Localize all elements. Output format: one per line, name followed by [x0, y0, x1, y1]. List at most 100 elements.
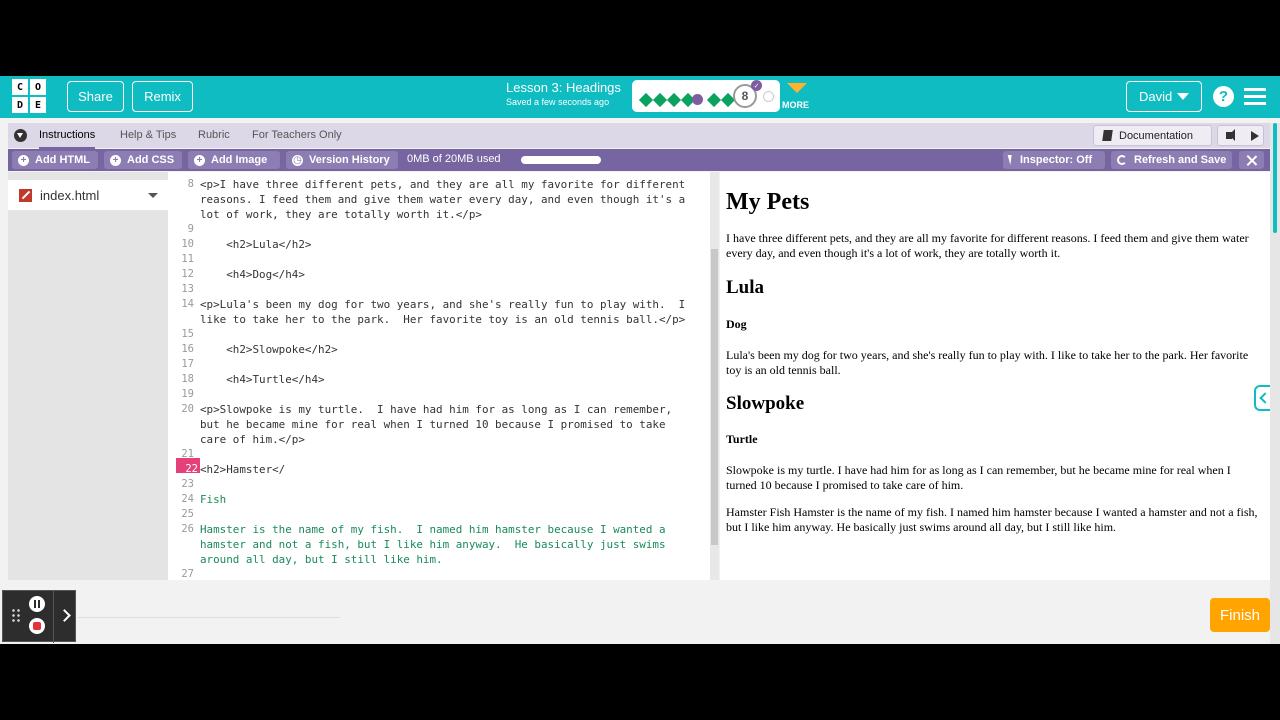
expand-button[interactable]: [1239, 151, 1264, 169]
line-number: 16: [181, 343, 194, 355]
user-name: David: [1139, 89, 1173, 104]
code-line: Fish: [200, 493, 227, 506]
page-scrollbar[interactable]: [1270, 123, 1280, 644]
code-line: reasons. I feed them and give them water…: [200, 193, 686, 206]
logo-letter: E: [30, 97, 46, 113]
more-levels-button[interactable]: MORE: [782, 80, 812, 114]
instructions-bar: Instructions Help & Tips Rubric For Teac…: [8, 123, 1270, 149]
book-icon: [1102, 130, 1113, 141]
version-history-label: Version History: [309, 154, 390, 166]
code-line: <h2>Hamster</: [200, 463, 286, 476]
storage-usage: 0MB of 20MB used: [407, 153, 501, 165]
logo-letter: D: [12, 97, 28, 113]
code-line: <h4>Turtle</h4>: [200, 373, 325, 386]
code-line: lot of work, they are totally worth it.<…: [200, 208, 482, 221]
line-number: 8: [187, 178, 194, 190]
scrollbar-thumb[interactable]: [711, 249, 718, 545]
editor-toolbar: + Add HTML + Add CSS + Add Image ◷ Versi…: [8, 149, 1270, 171]
code-line: Hamster is the name of my fish. I named …: [200, 523, 666, 536]
add-css-button[interactable]: + Add CSS: [104, 151, 182, 169]
line-number: 14: [181, 298, 194, 310]
preview-title: My Pets: [726, 189, 810, 215]
code-line: but he became mine for real when I turne…: [200, 418, 666, 431]
refresh-and-save-button[interactable]: Refresh and Save: [1111, 151, 1232, 169]
progress-dot-completed[interactable]: [706, 92, 722, 108]
collapse-chevron-icon[interactable]: [14, 129, 27, 142]
live-preview: My Pets I have three different pets, and…: [720, 172, 1270, 580]
save-status: Saved a few seconds ago: [506, 97, 610, 107]
code-line: hamster and not a fish, but I like him a…: [200, 538, 666, 551]
finish-button[interactable]: Finish: [1210, 598, 1270, 632]
progress-dot-completed[interactable]: [652, 92, 668, 108]
preview-paragraph: I have three different pets, and they ar…: [726, 231, 1249, 260]
text-to-speech-controls[interactable]: [1217, 125, 1264, 146]
screen-recorder-widget: [2, 590, 77, 643]
pause-icon[interactable]: [29, 596, 45, 612]
editor-scrollbar[interactable]: [710, 172, 719, 580]
preview-heading: Lula: [726, 277, 765, 298]
line-number: 17: [181, 358, 194, 370]
speaker-icon[interactable]: [1226, 129, 1235, 141]
file-item-index-html[interactable]: index.html: [8, 180, 168, 210]
line-number: 24: [181, 493, 194, 505]
line-number: 9: [187, 223, 194, 235]
inspector-label: Inspector: Off: [1020, 154, 1093, 166]
code-line: <h2>Lula</h2>: [200, 238, 312, 251]
drag-handle-icon[interactable]: [11, 608, 21, 622]
check-icon: ✓: [751, 80, 762, 91]
code-line: around all day, but I still like him.: [200, 553, 443, 566]
logo-letter: O: [30, 79, 46, 95]
more-label: MORE: [782, 100, 809, 110]
line-number: 25: [181, 508, 194, 520]
line-number: 12: [181, 268, 194, 280]
version-history-button[interactable]: ◷ Version History: [286, 151, 398, 169]
inspector-toggle-button[interactable]: Inspector: Off: [1003, 151, 1105, 169]
storage-bar: [521, 156, 601, 164]
plus-icon: +: [110, 154, 121, 166]
play-icon[interactable]: [1251, 131, 1259, 141]
line-number: 26: [181, 523, 194, 535]
code-line: <p>I have three different pets, and they…: [200, 178, 686, 191]
plus-icon: +: [18, 154, 29, 166]
stop-icon[interactable]: [29, 618, 45, 634]
tab-rubric[interactable]: Rubric: [198, 129, 230, 141]
expand-arrows-icon: [1246, 155, 1257, 166]
add-image-label: Add Image: [211, 154, 268, 166]
remix-button[interactable]: Remix: [132, 81, 193, 112]
caret-down-icon[interactable]: [148, 193, 158, 198]
help-icon[interactable]: ?: [1213, 86, 1234, 107]
file-panel: index.html: [8, 172, 168, 580]
add-html-label: Add HTML: [35, 154, 90, 166]
chevron-right-icon[interactable]: [53, 591, 77, 643]
code-org-logo[interactable]: C O D E: [12, 79, 46, 113]
share-button[interactable]: Share: [67, 81, 124, 112]
documentation-button[interactable]: Documentation: [1093, 125, 1212, 146]
line-number: 27: [181, 568, 194, 580]
refresh-icon: [1117, 155, 1127, 165]
line-number: 13: [181, 283, 194, 295]
preview-paragraph: Hamster Fish Hamster is the name of my f…: [726, 505, 1258, 534]
tab-instructions[interactable]: Instructions: [39, 129, 96, 149]
code-editor[interactable]: 8 <p>I have three different pets, and the…: [168, 172, 710, 580]
progress-dot-completed[interactable]: [666, 92, 682, 108]
hamburger-menu-icon[interactable]: [1244, 88, 1266, 106]
progress-dot-completed[interactable]: [638, 92, 654, 108]
preview-subheading: Turtle: [726, 432, 758, 446]
preview-subheading: Dog: [726, 317, 747, 331]
tab-help-tips[interactable]: Help & Tips: [120, 129, 176, 141]
line-number: 21: [181, 448, 194, 460]
tab-for-teachers[interactable]: For Teachers Only: [252, 129, 342, 141]
add-html-button[interactable]: + Add HTML: [12, 151, 98, 169]
add-image-button[interactable]: + Add Image: [188, 151, 280, 169]
cursor-icon: [1007, 155, 1015, 165]
preview-paragraph: Slowpoke is my turtle. I have had him fo…: [726, 463, 1231, 492]
line-number: 23: [181, 478, 194, 490]
user-menu-button[interactable]: David: [1126, 81, 1202, 112]
preview-paragraph: Lula's been my dog for two years, and sh…: [726, 348, 1249, 377]
scrollbar-thumb[interactable]: [1273, 123, 1277, 233]
progress-dot-not-started[interactable]: [763, 91, 774, 102]
code-line: care of him.</p>: [200, 433, 305, 446]
progress-dot-assessment[interactable]: [692, 94, 703, 105]
app-window: C O D E Share Remix Lesson 3: Headings S…: [0, 76, 1280, 644]
line-number: 15: [181, 328, 194, 340]
